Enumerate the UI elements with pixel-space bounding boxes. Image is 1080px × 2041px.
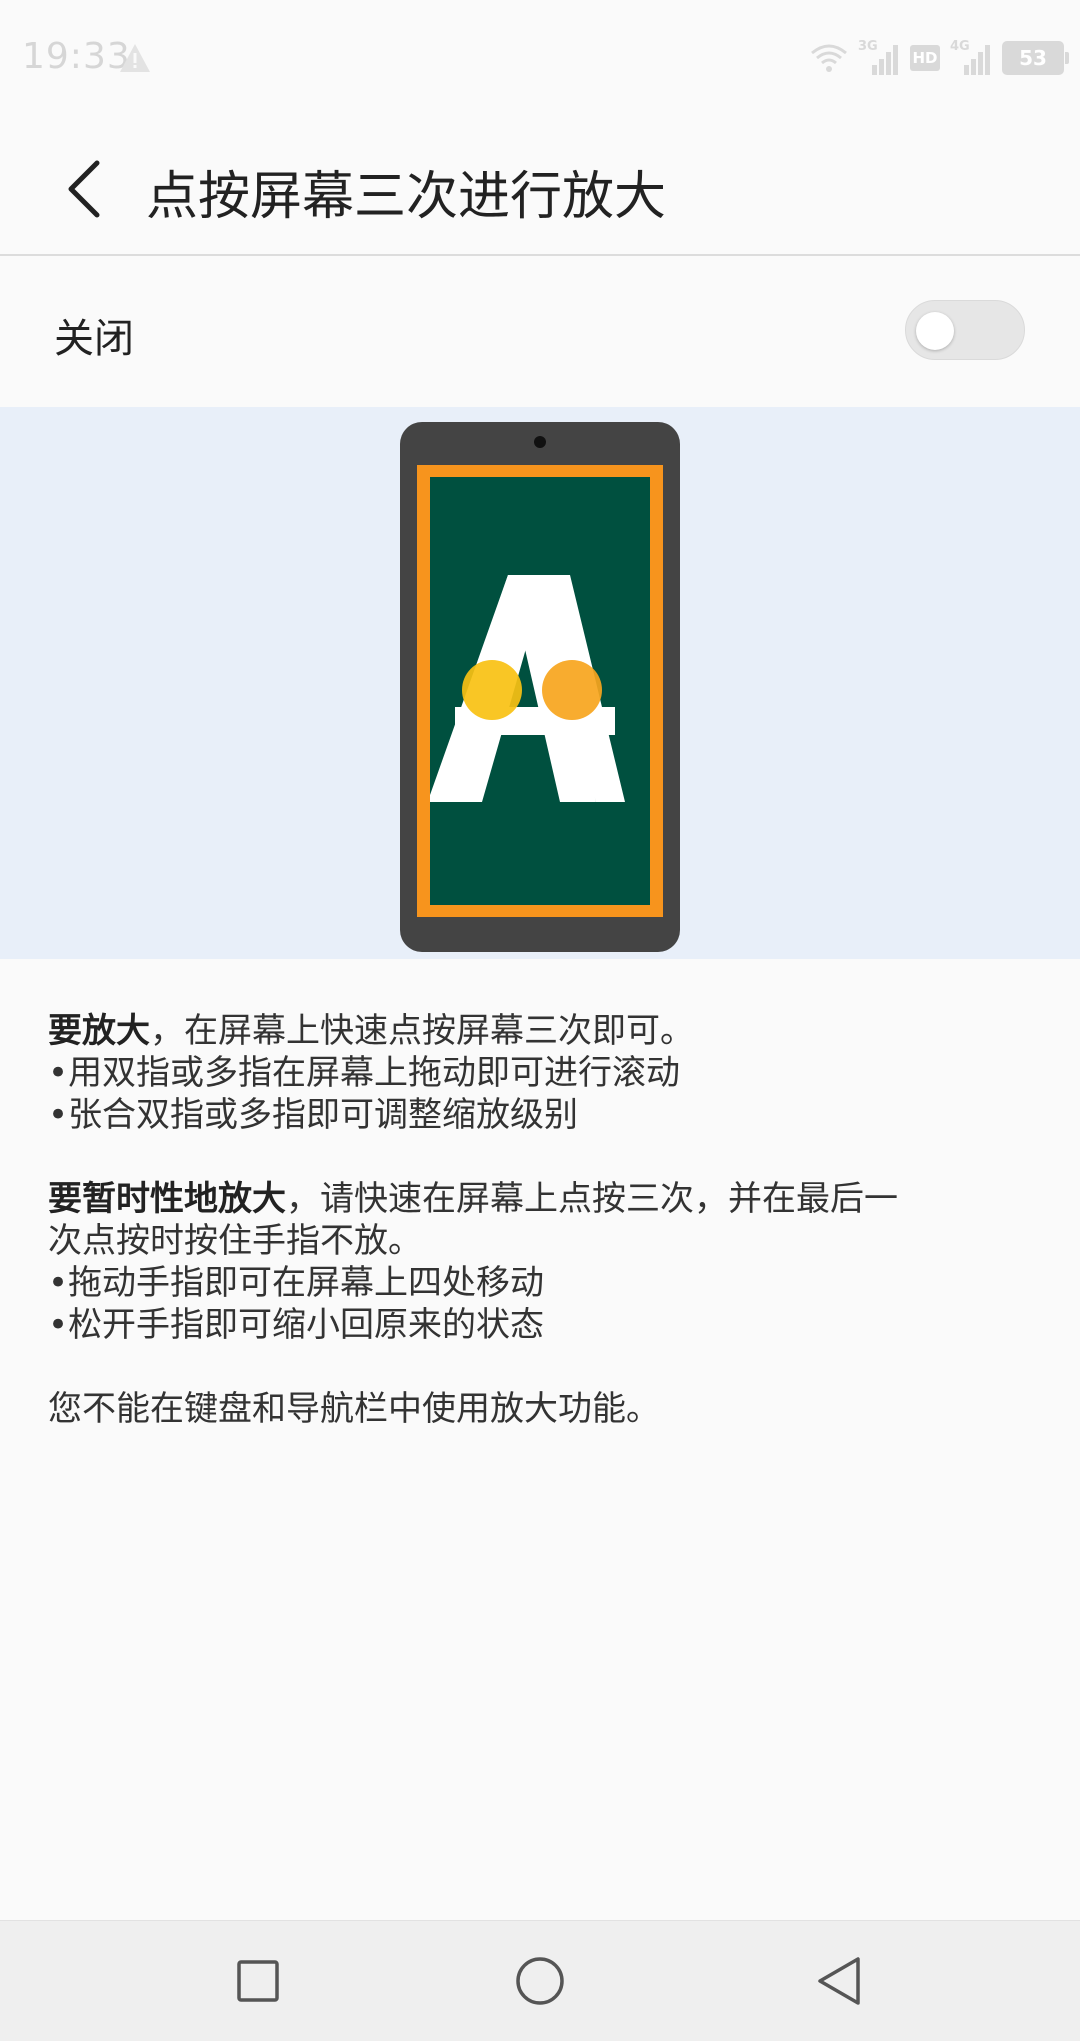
signal-4g-icon: 4G: [950, 39, 992, 75]
toggle-label: 关闭: [54, 316, 134, 362]
back-triangle-icon: [818, 1957, 860, 2005]
temporary-zoom-text-1: ，请快速在屏幕上点按三次，并在最后一: [286, 1179, 898, 1219]
instructions: 要放大，在屏幕上快速点按屏幕三次即可。 •用双指或多指在屏幕上拖动即可进行滚动 …: [48, 1010, 1038, 1472]
app-header: 点按屏幕三次进行放大: [0, 118, 1080, 256]
phone-camera: [534, 436, 546, 448]
bullet: •: [48, 1095, 69, 1135]
status-time: 19:33: [22, 36, 131, 77]
temporary-zoom-bullet-2: 松开手指即可缩小回原来的状态: [68, 1305, 545, 1345]
zoom-instructions: 要放大，在屏幕上快速点按屏幕三次即可。 •用双指或多指在屏幕上拖动即可进行滚动 …: [48, 1010, 1038, 1136]
zoom-bullet-1: 用双指或多指在屏幕上拖动即可进行滚动: [68, 1053, 681, 1093]
magnification-illustration: [0, 407, 1080, 959]
bullet: •: [48, 1263, 69, 1303]
back-button[interactable]: [40, 144, 130, 234]
magnification-switch[interactable]: [905, 300, 1025, 360]
zoom-text: ，在屏幕上快速点按屏幕三次即可。: [150, 1011, 694, 1051]
temporary-zoom-instructions: 要暂时性地放大，请快速在屏幕上点按三次，并在最后一 次点按时按住手指不放。 •拖…: [48, 1178, 1038, 1346]
status-icons: 3G HD 4G 53: [810, 38, 1069, 78]
temporary-zoom-text-2: 次点按时按住手指不放。: [48, 1221, 422, 1261]
limitation-note: 您不能在键盘和导航栏中使用放大功能。: [48, 1388, 1038, 1430]
recent-apps-icon: [237, 1960, 279, 2002]
temporary-zoom-heading: 要暂时性地放大: [48, 1179, 286, 1219]
zoom-bullet-2: 张合双指或多指即可调整缩放级别: [68, 1095, 579, 1135]
status-bar: 19:33 3G HD 4G 53: [0, 0, 1080, 118]
battery-level: 53: [1019, 46, 1047, 70]
back-nav-button[interactable]: [800, 1941, 880, 2021]
limitation-text: 您不能在键盘和导航栏中使用放大功能。: [48, 1389, 660, 1429]
navigation-bar: [0, 1920, 1080, 2041]
touch-dot-right: [542, 660, 602, 720]
wifi-icon: [811, 44, 847, 72]
zoom-heading: 要放大: [48, 1011, 150, 1051]
signal-3g-icon: 3G: [858, 39, 900, 75]
recent-apps-button[interactable]: [218, 1941, 298, 2021]
temporary-zoom-bullet-1: 拖动手指即可在屏幕上四处移动: [68, 1263, 545, 1303]
bullet: •: [48, 1305, 69, 1345]
phone-illustration: [400, 422, 680, 952]
switch-knob: [916, 312, 954, 350]
warning-icon: [120, 44, 150, 72]
magnification-toggle-row[interactable]: 关闭: [0, 256, 1080, 406]
chevron-left-icon: [68, 160, 100, 218]
home-button[interactable]: [500, 1941, 580, 2021]
bullet: •: [48, 1053, 69, 1093]
page-title: 点按屏幕三次进行放大: [146, 167, 667, 227]
battery-icon: 53: [1002, 41, 1069, 75]
hd-badge: HD: [910, 45, 940, 71]
home-icon: [516, 1957, 564, 2005]
touch-dot-left: [462, 660, 522, 720]
